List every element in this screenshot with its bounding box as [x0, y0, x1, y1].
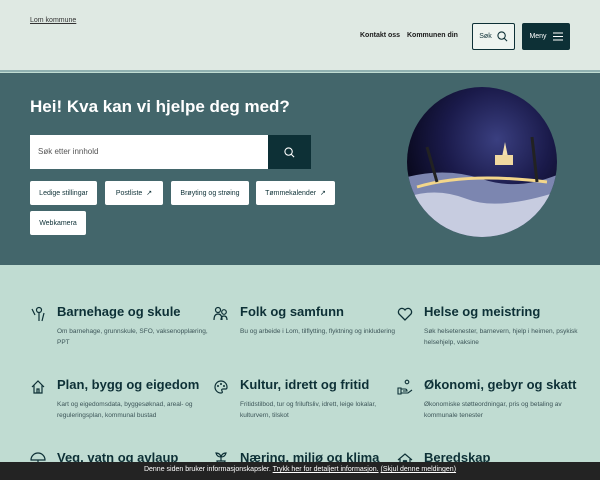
people-icon — [213, 306, 229, 322]
palette-icon — [213, 379, 229, 395]
house-icon — [30, 379, 46, 395]
category-desc: Økonomiske støtteordningar, pris og beta… — [424, 401, 562, 419]
search-icon — [284, 146, 295, 157]
chip-waste-calendar[interactable]: Tømmekalender ↗ — [256, 181, 335, 205]
menu-label: Meny — [529, 33, 547, 40]
category-title[interactable]: Helse og meistring — [424, 304, 540, 319]
category-title[interactable]: Barnehage og skule — [57, 304, 181, 319]
external-link-icon: ↗ — [320, 190, 326, 197]
category-title[interactable]: Økonomi, gebyr og skatt — [424, 377, 576, 392]
nav-contact[interactable]: Kontakt oss — [360, 32, 400, 39]
site-header: Lom kommune Kontakt oss Kommunen din Søk… — [0, 0, 600, 72]
chip-label: Tømmekalender — [265, 189, 317, 197]
hero-image — [407, 87, 557, 237]
cookie-banner: Denne siden bruker informasjonskapsler. … — [0, 462, 600, 480]
hand-coins-icon — [397, 379, 413, 395]
category-desc: Om barnehage, grunnskule, SFO, vaksenopp… — [57, 328, 208, 346]
chip-snow[interactable]: Brøyting og strøing — [171, 181, 249, 205]
cookie-text: Denne siden bruker informasjonskapsler. — [143, 466, 271, 473]
child-icon — [30, 306, 46, 322]
category-title[interactable]: Folk og samfunn — [240, 304, 344, 319]
menu-button[interactable]: Meny — [522, 23, 570, 50]
search-label: Søk — [479, 33, 492, 40]
category-desc: Søk helsetenester, barnevern, hjelp i he… — [424, 328, 578, 346]
chip-jobs[interactable]: Ledige stillingar — [30, 181, 97, 205]
category-desc: Kart og eigedomsdata, byggesøknad, areal… — [57, 401, 193, 419]
nav-municipality[interactable]: Kommunen din — [407, 32, 458, 39]
category-desc: Bu og arbeide i Lom, tilflytting, flyktn… — [240, 328, 396, 335]
hero-title: Hei! Kva kan vi hjelpe deg med? — [30, 97, 290, 116]
external-link-icon: ↗ — [146, 190, 153, 197]
chip-label: Postliste — [115, 189, 143, 197]
search-button[interactable]: Søk — [472, 23, 515, 50]
category-title[interactable]: Kultur, idrett og fritid — [240, 377, 369, 392]
category-title[interactable]: Plan, bygg og eigedom — [57, 377, 199, 392]
search-submit-button[interactable] — [268, 135, 311, 169]
chip-label: Brøyting og strøing — [180, 189, 240, 197]
chip-label: Ledige stillingar — [39, 189, 88, 197]
logo-link[interactable]: Lom kommune — [30, 17, 76, 24]
search-icon — [497, 31, 508, 42]
hero-section: Hei! Kva kan vi hjelpe deg med? Søk ette… — [0, 73, 600, 265]
hamburger-icon — [552, 32, 563, 41]
chip-webcam[interactable]: Webkamera — [30, 211, 86, 235]
winter-church-night-image — [407, 136, 557, 237]
cookie-dismiss-link[interactable]: (Skjul denne meldingen) — [381, 466, 457, 473]
category-desc: Fritidstilbod, tur og friluftsliv, idret… — [240, 401, 377, 419]
cookie-info-link[interactable]: Trykk her for detaljert informasjon. — [273, 466, 379, 473]
chip-postliste[interactable]: Postliste ↗ — [105, 181, 163, 205]
search-input[interactable]: Søk etter innhold — [30, 135, 268, 169]
chip-label: Webkamera — [39, 219, 77, 227]
heart-icon — [397, 306, 413, 322]
